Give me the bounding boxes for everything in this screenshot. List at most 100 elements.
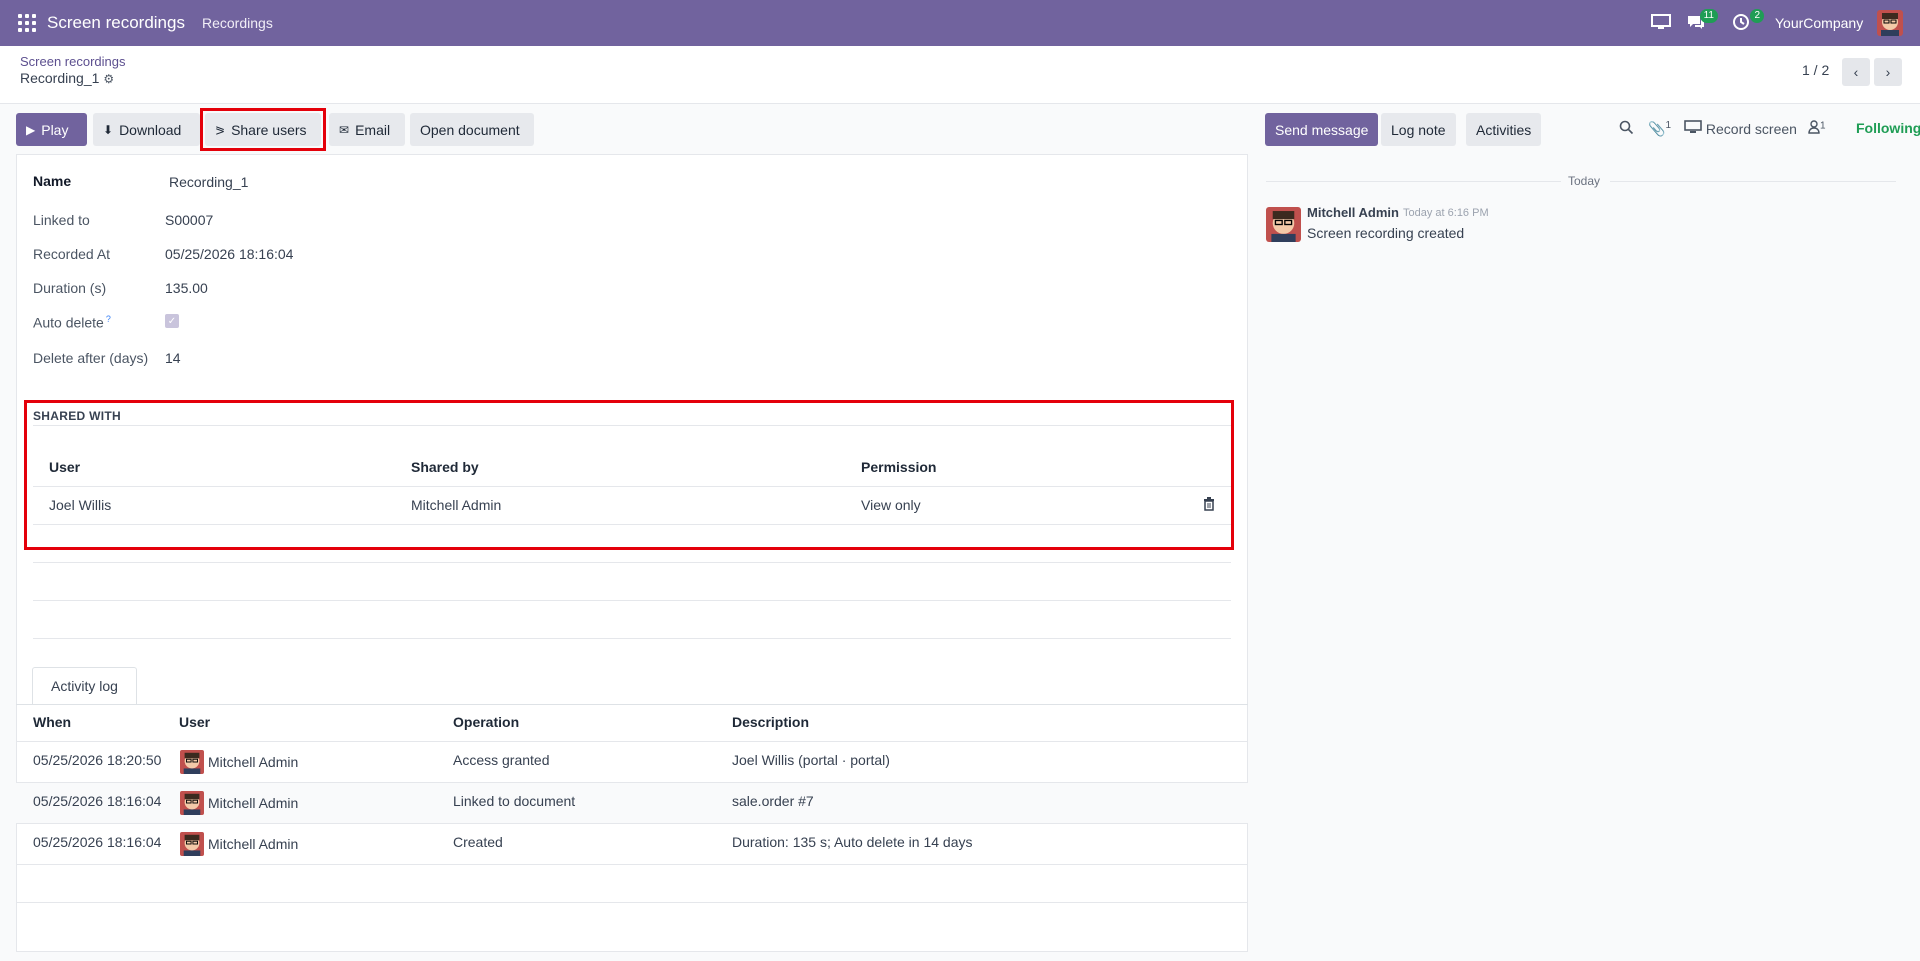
delete-after-field[interactable]: 14 bbox=[165, 350, 181, 366]
pager-previous-button[interactable]: ‹ bbox=[1842, 58, 1870, 86]
column-permission[interactable]: Permission bbox=[861, 459, 936, 475]
activities-badge: 2 bbox=[1750, 9, 1764, 23]
email-button[interactable]: ✉ Email bbox=[329, 113, 405, 146]
help-tooltip-icon[interactable]: ? bbox=[106, 314, 111, 324]
screen-icon[interactable] bbox=[1651, 13, 1673, 33]
column-when[interactable]: When bbox=[33, 714, 71, 730]
paperclip-icon: 📎 bbox=[1648, 120, 1666, 137]
attachments-button[interactable]: 📎1 bbox=[1648, 120, 1671, 138]
divider bbox=[16, 902, 1248, 903]
followers-button[interactable]: 1 bbox=[1808, 120, 1826, 137]
duration-value: 135.00 bbox=[165, 280, 208, 296]
monitor-icon bbox=[1684, 120, 1702, 137]
breadcrumb-current: Recording_1 ⚙ bbox=[20, 70, 114, 86]
column-description[interactable]: Description bbox=[732, 714, 809, 730]
chevron-right-icon: › bbox=[1885, 64, 1891, 80]
company-switcher[interactable]: YourCompany bbox=[1775, 15, 1863, 31]
message-time: Today at 6:16 PM bbox=[1403, 207, 1489, 219]
log-operation: Access granted bbox=[453, 752, 550, 768]
download-button[interactable]: ⬇ Download bbox=[93, 113, 200, 146]
divider bbox=[1266, 181, 1561, 182]
log-when: 05/25/2026 18:16:04 bbox=[33, 793, 162, 809]
divider bbox=[33, 638, 1231, 639]
highlight-shared-with bbox=[24, 400, 1234, 550]
column-operation[interactable]: Operation bbox=[453, 714, 519, 730]
app-menu-icon[interactable] bbox=[18, 14, 36, 32]
divider bbox=[33, 486, 1231, 487]
download-label: Download bbox=[119, 121, 182, 138]
check-icon: ✓ bbox=[167, 315, 177, 327]
record-name: Recording_1 bbox=[20, 70, 100, 86]
log-note-button[interactable]: Log note bbox=[1381, 113, 1456, 146]
send-message-button[interactable]: Send message bbox=[1265, 113, 1379, 146]
linked-to-field[interactable]: S00007 bbox=[165, 212, 213, 228]
date-separator: Today bbox=[1568, 174, 1601, 188]
highlight-share-users bbox=[200, 108, 326, 151]
envelope-icon: ✉ bbox=[339, 122, 350, 137]
followers-count: 1 bbox=[1820, 120, 1826, 132]
divider bbox=[33, 425, 1231, 426]
tab-activity-log[interactable]: Activity log bbox=[32, 667, 137, 705]
shared-by: Mitchell Admin bbox=[411, 497, 502, 513]
divider bbox=[33, 524, 1231, 525]
email-label: Email bbox=[355, 121, 391, 138]
avatar bbox=[180, 832, 204, 856]
top-navbar: Screen recordings Recordings 11 2 YourCo… bbox=[0, 0, 1920, 46]
app-title[interactable]: Screen recordings bbox=[47, 13, 185, 33]
attachments-count: 1 bbox=[1665, 120, 1671, 131]
chevron-left-icon: ‹ bbox=[1853, 64, 1859, 80]
search-icon[interactable] bbox=[1619, 120, 1634, 138]
log-operation: Linked to document bbox=[453, 793, 576, 809]
record-screen-button[interactable]: Record screen bbox=[1684, 120, 1797, 137]
recorded-at-value: 05/25/2026 18:16:04 bbox=[165, 246, 294, 262]
play-icon: ▶ bbox=[26, 122, 36, 137]
record-screen-label: Record screen bbox=[1705, 121, 1797, 137]
following-button[interactable]: Following bbox=[1856, 120, 1920, 136]
open-document-button[interactable]: Open document bbox=[410, 113, 534, 146]
auto-delete-text: Auto delete bbox=[33, 314, 104, 331]
log-when: 05/25/2026 18:16:04 bbox=[33, 834, 162, 850]
recorded-at-label: Recorded At bbox=[33, 246, 111, 262]
delete-after-label: Delete after (days) bbox=[33, 350, 149, 366]
activities-button[interactable]: Activities bbox=[1466, 113, 1542, 146]
user-avatar[interactable] bbox=[1877, 10, 1903, 36]
open-document-label: Open document bbox=[420, 121, 520, 138]
shared-user: Joel Willis bbox=[49, 497, 112, 513]
messages-icon[interactable]: 11 bbox=[1686, 9, 1718, 33]
log-description: Duration: 135 s; Auto delete in 14 days bbox=[732, 834, 973, 850]
log-user: Mitchell Admin bbox=[208, 795, 299, 811]
log-operation: Created bbox=[453, 834, 503, 850]
log-user: Mitchell Admin bbox=[208, 836, 299, 852]
log-description: sale.order #7 bbox=[732, 793, 814, 809]
divider bbox=[1610, 181, 1896, 182]
duration-label: Duration (s) bbox=[33, 280, 107, 296]
auto-delete-label: Auto delete? bbox=[33, 314, 111, 331]
trash-icon[interactable] bbox=[1203, 497, 1215, 516]
avatar bbox=[180, 750, 204, 774]
play-button[interactable]: ▶ Play bbox=[16, 113, 87, 146]
activities-clock-icon[interactable]: 2 bbox=[1732, 9, 1764, 33]
pager-value[interactable]: 1 / 2 bbox=[1802, 62, 1829, 78]
avatar bbox=[180, 791, 204, 815]
name-label: Name bbox=[33, 173, 72, 189]
shared-permission[interactable]: View only bbox=[861, 497, 921, 513]
pager-next-button[interactable]: › bbox=[1874, 58, 1902, 86]
message-author[interactable]: Mitchell Admin bbox=[1307, 205, 1399, 220]
play-label: Play bbox=[41, 121, 69, 138]
gear-icon[interactable]: ⚙ bbox=[103, 72, 114, 86]
menu-recordings[interactable]: Recordings bbox=[202, 15, 273, 31]
download-icon: ⬇ bbox=[103, 122, 114, 137]
divider bbox=[33, 562, 1231, 563]
divider bbox=[16, 704, 1248, 705]
log-description: Joel Willis (portal · portal) bbox=[732, 752, 890, 768]
breadcrumb-parent[interactable]: Screen recordings bbox=[20, 54, 126, 69]
message-body: Screen recording created bbox=[1307, 225, 1465, 241]
name-field[interactable]: Recording_1 bbox=[169, 174, 248, 190]
messages-badge: 11 bbox=[1699, 9, 1718, 23]
shared-with-title: SHARED WITH bbox=[33, 409, 121, 423]
column-shared-by[interactable]: Shared by bbox=[411, 459, 479, 475]
avatar[interactable] bbox=[1266, 207, 1301, 242]
auto-delete-checkbox[interactable]: ✓ bbox=[165, 314, 179, 328]
column-log-user[interactable]: User bbox=[179, 714, 210, 730]
column-user[interactable]: User bbox=[49, 459, 80, 475]
